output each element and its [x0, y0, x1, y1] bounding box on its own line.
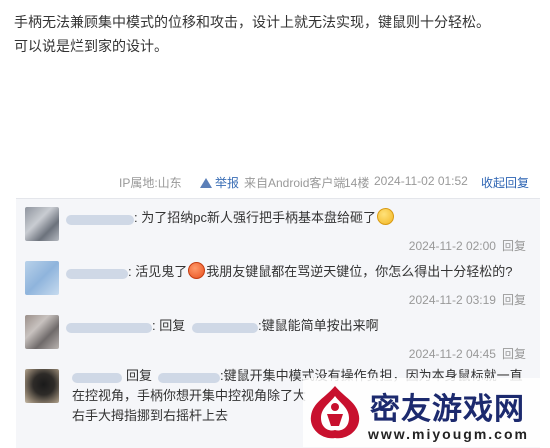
- reply-prefix: 回复: [126, 368, 153, 383]
- reply-line-3: 右手大拇指挪到右摇杆上去: [72, 408, 229, 423]
- reply-item: : 为了招纳pc新人强行把手柄基本盘给砸了 2024-11-2 02:00 回复: [16, 205, 540, 259]
- reply-time: 2024-11-2 02:00: [408, 239, 496, 253]
- smile-emoji-icon: [376, 208, 394, 225]
- reply-line-2: 在控视角，手柄你想开集中控视角除了大: [72, 388, 307, 403]
- username-blurred[interactable]: [66, 323, 152, 333]
- avatar[interactable]: [25, 315, 59, 349]
- floor-number: 14楼: [344, 176, 370, 190]
- reply-button[interactable]: 回复: [502, 293, 526, 307]
- avatar[interactable]: [25, 207, 59, 241]
- ip-location: IP属地:山东: [119, 176, 182, 190]
- reply-target-blurred[interactable]: [158, 373, 220, 383]
- reply-time-row: 2024-11-2 02:00 回复: [409, 237, 526, 254]
- client-source: 来自Android客户端: [244, 176, 346, 190]
- watermark-logo-icon: [310, 386, 360, 439]
- reply-body: : 为了招纳pc新人强行把手柄基本盘给砸了: [134, 210, 376, 225]
- report-label: 举报: [215, 176, 240, 190]
- reply-time: 2024-11-2 04:45: [408, 347, 496, 361]
- username-blurred[interactable]: [66, 269, 128, 279]
- reply-text: : 活见鬼了 我朋友键鼠都在骂逆天键位，你怎么得出十分轻松的?: [128, 261, 512, 283]
- avatar[interactable]: [25, 261, 59, 295]
- username-blurred[interactable]: [72, 373, 122, 383]
- username-blurred[interactable]: [66, 215, 134, 225]
- reply-time-row: 2024-11-2 03:19 回复: [409, 291, 526, 308]
- reply-body: :键鼠能简单按出来啊: [258, 318, 379, 333]
- avatar[interactable]: [25, 369, 59, 403]
- post-line-1: 手柄无法兼顾集中模式的位移和攻击，设计上就无法实现，键鼠则十分轻松。: [14, 14, 490, 30]
- reply-body-a: : 活见鬼了: [128, 264, 188, 279]
- reply-prefix: : 回复: [152, 318, 186, 333]
- reply-text: : 为了招纳pc新人强行把手柄基本盘给砸了: [134, 207, 395, 229]
- post-time: 2024-11-02 01:52: [374, 174, 468, 188]
- post-line-2: 可以说是烂到家的设计。: [14, 38, 168, 54]
- watermark-site-name: 密友游戏网: [370, 393, 525, 426]
- orange-face-emoji-icon: [188, 262, 206, 279]
- reply-button[interactable]: 回复: [502, 347, 526, 361]
- reply-time-row: 2024-11-2 04:45 回复: [409, 345, 526, 362]
- reply-item: : 回复 :键鼠能简单按出来啊 2024-11-2 04:45 回复: [16, 313, 540, 367]
- post-content: 手柄无法兼顾集中模式的位移和攻击，设计上就无法实现，键鼠则十分轻松。 可以说是烂…: [14, 10, 534, 58]
- collapse-replies-button[interactable]: 收起回复: [481, 174, 529, 191]
- warning-icon: [200, 178, 212, 188]
- reply-target-blurred[interactable]: [192, 323, 258, 333]
- post-meta-bar: IP属地:山东 举报 来自Android客户端 14楼 2024-11-02 0…: [0, 172, 534, 192]
- reply-button[interactable]: 回复: [502, 239, 526, 253]
- report-button[interactable]: 举报: [200, 174, 239, 191]
- reply-time: 2024-11-2 03:19: [408, 293, 496, 307]
- watermark-url: www.miyougm.com: [368, 426, 529, 442]
- reply-body-b: 我朋友键鼠都在骂逆天键位，你怎么得出十分轻松的?: [206, 264, 513, 279]
- reply-item: : 活见鬼了 我朋友键鼠都在骂逆天键位，你怎么得出十分轻松的? 2024-11-2…: [16, 259, 540, 313]
